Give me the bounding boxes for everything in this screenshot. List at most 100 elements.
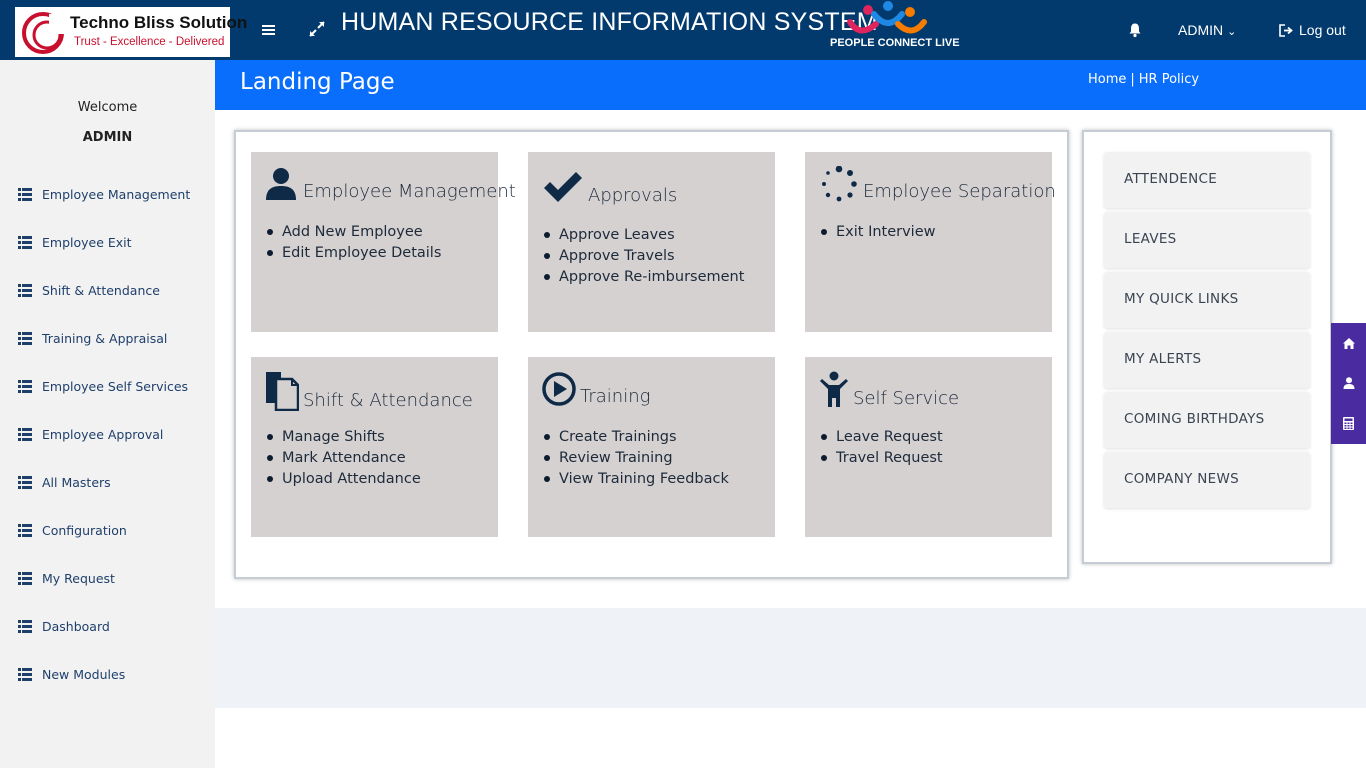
bell-icon[interactable] (1127, 22, 1143, 38)
list-icon (18, 523, 32, 537)
quick-link-attendence[interactable]: ATTENDENCE (1104, 152, 1310, 208)
logout-label: Log out (1299, 22, 1346, 38)
quick-link-my-alerts[interactable]: MY ALERTS (1104, 332, 1310, 388)
welcome-text: Welcome (77, 100, 138, 115)
tile-link[interactable]: Exit Interview (821, 222, 936, 243)
sidebar-item-training-appraisal[interactable]: Training & Appraisal (0, 314, 215, 362)
chevron-down-icon: ⌄ (1227, 26, 1237, 38)
list-icon (18, 283, 32, 297)
breadcrumb-home[interactable]: Home (1088, 72, 1126, 87)
logout-icon (1279, 24, 1293, 37)
app-title: HUMAN RESOURCE INFORMATION SYSTEM (341, 8, 878, 36)
company-logo[interactable]: Techno Bliss Solution Trust - Excellence… (15, 7, 247, 57)
tile-link[interactable]: Review Training (544, 448, 729, 469)
user-icon (266, 168, 296, 200)
quick-link-label: MY QUICK LINKS (1124, 291, 1239, 307)
tile-shift-attendance: Shift & Attendance Manage Shifts Mark At… (251, 357, 498, 537)
documents-icon (266, 372, 299, 411)
logo-title: Techno Bliss Solution (70, 13, 248, 32)
user-menu[interactable]: ADMIN ⌄ (1178, 22, 1236, 38)
list-icon (18, 187, 32, 201)
menu-icon[interactable] (259, 20, 279, 40)
float-calculator-button[interactable] (1331, 403, 1366, 443)
breadcrumb: Home | HR Policy (1088, 72, 1199, 87)
sidebar-nav: Employee Management Employee Exit Shift … (0, 170, 215, 698)
tile-link[interactable]: Approve Travels (544, 246, 744, 267)
tile-link[interactable]: Manage Shifts (267, 427, 421, 448)
child-icon (820, 371, 848, 407)
sidebar-item-label: Configuration (42, 522, 127, 538)
quick-link-label: LEAVES (1124, 231, 1177, 247)
list-icon (18, 235, 32, 249)
tile-link[interactable]: Approve Re-imbursement (544, 267, 744, 288)
calculator-icon (1343, 416, 1354, 430)
quick-link-my-quick-links[interactable]: MY QUICK LINKS (1104, 272, 1310, 328)
sidebar-item-configuration[interactable]: Configuration (0, 506, 215, 554)
people-connect-logo-text: PEOPLE CONNECT LIVE (830, 37, 960, 49)
tile-link[interactable]: Edit Employee Details (267, 243, 441, 264)
tile-link-list: Create Trainings Review Training View Tr… (544, 427, 729, 490)
sidebar-item-shift-attendance[interactable]: Shift & Attendance (0, 266, 215, 314)
spinner-icon (822, 166, 857, 202)
floating-toolbar (1331, 323, 1366, 444)
logout-button[interactable]: Log out (1279, 22, 1346, 38)
sidebar-item-label: Training & Appraisal (42, 330, 168, 346)
float-profile-button[interactable] (1331, 363, 1366, 403)
tile-link-list: Manage Shifts Mark Attendance Upload Att… (267, 427, 421, 490)
sidebar-item-label: New Modules (42, 666, 126, 682)
tile-title: Employee Management (303, 181, 516, 202)
tile-link-list: Approve Leaves Approve Travels Approve R… (544, 225, 744, 288)
tile-link-list: Exit Interview (821, 222, 936, 243)
sidebar-item-label: All Masters (42, 474, 111, 490)
quick-link-company-news[interactable]: COMPANY NEWS (1104, 452, 1310, 508)
sidebar-item-dashboard[interactable]: Dashboard (0, 602, 215, 650)
welcome-username: ADMIN (82, 130, 133, 145)
tile-link[interactable]: View Training Feedback (544, 469, 729, 490)
tile-link[interactable]: Add New Employee (267, 222, 441, 243)
sidebar-item-label: My Request (42, 570, 115, 586)
page-title: Landing Page (240, 69, 395, 95)
quick-link-label: ATTENDENCE (1124, 171, 1218, 187)
list-icon (18, 667, 32, 681)
tile-link-list: Add New Employee Edit Employee Details (267, 222, 441, 264)
breadcrumb-separator: | (1130, 72, 1135, 87)
tile-header: Training (542, 371, 650, 407)
sidebar-item-employee-self-services[interactable]: Employee Self Services (0, 362, 215, 410)
tile-title: Training (580, 386, 651, 407)
home-icon (1342, 337, 1355, 349)
sidebar-item-all-masters[interactable]: All Masters (0, 458, 215, 506)
tile-link[interactable]: Mark Attendance (267, 448, 421, 469)
sidebar-item-employee-approval[interactable]: Employee Approval (0, 410, 215, 458)
list-icon (18, 331, 32, 345)
page-header-band: Landing Page Home | HR Policy (215, 60, 1366, 110)
quick-link-leaves[interactable]: LEAVES (1104, 212, 1310, 268)
float-home-button[interactable] (1331, 323, 1366, 363)
company-logo-mark-icon (22, 12, 65, 54)
tile-approvals: Approvals Approve Leaves Approve Travels… (528, 152, 775, 332)
tile-link-list: Leave Request Travel Request (821, 427, 943, 469)
tile-link[interactable]: Upload Attendance (267, 469, 421, 490)
tile-link[interactable]: Approve Leaves (544, 225, 744, 246)
content-footer-band (215, 608, 1366, 708)
tile-employee-management: Employee Management Add New Employee Edi… (251, 152, 516, 332)
quick-link-label: MY ALERTS (1124, 351, 1202, 367)
modules-panel: Employee Management Add New Employee Edi… (234, 130, 1069, 579)
tile-title: Shift & Attendance (303, 390, 473, 411)
tile-title: Approvals (588, 185, 678, 206)
list-icon (18, 619, 32, 633)
expand-icon[interactable] (308, 20, 326, 38)
tile-link[interactable]: Create Trainings (544, 427, 729, 448)
sidebar-item-my-request[interactable]: My Request (0, 554, 215, 602)
breadcrumb-hr-policy[interactable]: HR Policy (1139, 72, 1199, 87)
tile-header: Shift & Attendance (265, 371, 473, 411)
sidebar-item-employee-management[interactable]: Employee Management (0, 170, 215, 218)
list-icon (18, 571, 32, 585)
tile-link[interactable]: Leave Request (821, 427, 943, 448)
sidebar-item-employee-exit[interactable]: Employee Exit (0, 218, 215, 266)
sidebar-item-new-modules[interactable]: New Modules (0, 650, 215, 698)
sidebar-item-label: Employee Approval (42, 426, 164, 442)
tile-link[interactable]: Travel Request (821, 448, 943, 469)
tile-header: Self Service (819, 371, 959, 409)
quick-link-label: COMING BIRTHDAYS (1124, 411, 1265, 427)
quick-link-coming-birthdays[interactable]: COMING BIRTHDAYS (1104, 392, 1310, 448)
